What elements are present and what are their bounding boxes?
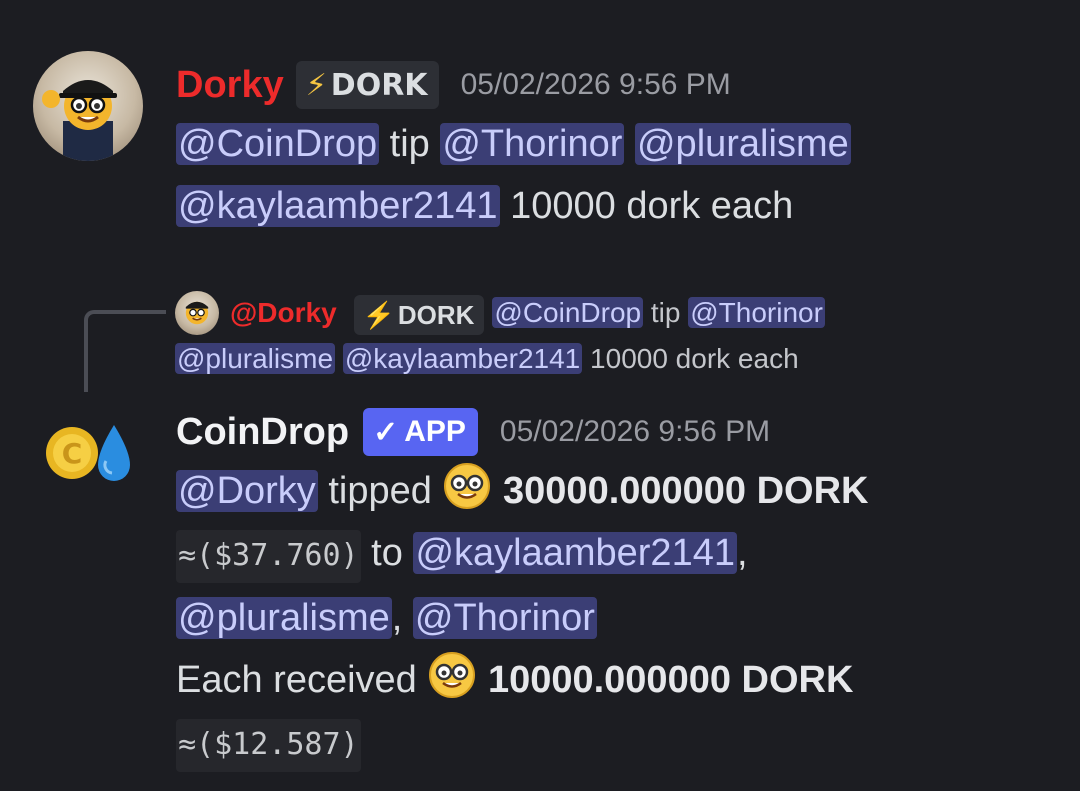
reply-mention-coindrop: @CoinDrop <box>492 297 644 328</box>
mention-dorky[interactable]: @Dorky <box>176 470 318 512</box>
each-usd-value: ≈($12.587) <box>176 719 361 772</box>
text-tip: tip <box>379 123 441 165</box>
lightning-icon: ⚡ <box>305 67 327 103</box>
coindrop-avatar[interactable]: C <box>40 415 140 495</box>
reply-mention-thorinor: @Thorinor <box>688 297 825 328</box>
reply-mention-kaylaamber2141: @kaylaamber2141 <box>342 343 583 374</box>
mention-thorinor-2[interactable]: @Thorinor <box>412 597 597 639</box>
message1-content: @CoinDrop tip @Thorinor @pluralisme @kay… <box>176 113 1056 237</box>
message2-timestamp: 05/02/2026 9:56 PM <box>499 415 771 448</box>
dorky-avatar[interactable] <box>33 51 143 161</box>
mention-coindrop[interactable]: @CoinDrop <box>176 123 380 165</box>
app-badge: ✓ APP <box>363 408 478 456</box>
reply-tag-label: DORK <box>397 299 475 330</box>
total-usd-value: ≈($37.760) <box>176 530 361 583</box>
text-tipped: tipped <box>317 470 443 512</box>
app-badge-label: APP <box>404 415 466 448</box>
message1-header: Dorky ⚡ DORK 05/02/2026 9:56 PM <box>176 60 731 110</box>
message2-content: @Dorky tipped 30000.000000 DORK ≈($37.76… <box>176 460 1056 776</box>
svg-text:C: C <box>62 437 83 470</box>
message2-header: CoinDrop ✓ APP 05/02/2026 9:56 PM <box>176 407 770 457</box>
lightning-icon: ⚡ <box>362 299 395 330</box>
nerd-face-icon <box>444 463 491 509</box>
each-amount: 10000.000000 DORK <box>487 659 854 701</box>
reply-preview[interactable]: @Dorky ⚡ DORK @CoinDrop tip @Thorinor <box>230 290 1050 336</box>
message1-username[interactable]: Dorky <box>176 64 284 107</box>
chat-view: Dorky ⚡ DORK 05/02/2026 9:56 PM @CoinDro… <box>0 0 1080 791</box>
text-to: to <box>360 532 414 574</box>
dork-server-tag[interactable]: ⚡ DORK <box>295 61 439 109</box>
mention-kaylaamber2141[interactable]: @kaylaamber2141 <box>176 185 500 227</box>
mention-kaylaamber2141-2[interactable]: @kaylaamber2141 <box>413 532 737 574</box>
comma-2: , <box>391 597 413 639</box>
reply-text-amount-each: 10000 dork each <box>582 343 799 374</box>
total-amount: 30000.000000 DORK <box>503 470 869 512</box>
reply-avatar[interactable] <box>175 291 219 335</box>
comma-1: , <box>736 532 748 574</box>
reply-preview-line2: @pluralisme @kaylaamber2141 10000 dork e… <box>175 336 1055 382</box>
reply-text-tip: tip <box>643 297 689 328</box>
tag-label: DORK <box>330 67 428 103</box>
text-each-received: Each received <box>176 659 428 701</box>
message2-username[interactable]: CoinDrop <box>176 411 349 454</box>
reply-mention-pluralisme: @pluralisme <box>175 343 336 374</box>
mention-pluralisme[interactable]: @pluralisme <box>634 123 851 165</box>
reply-dork-tag: ⚡ DORK <box>354 294 485 335</box>
mention-pluralisme-2[interactable]: @pluralisme <box>176 597 392 639</box>
nerd-face-icon <box>429 652 476 698</box>
mention-thorinor[interactable]: @Thorinor <box>440 123 625 165</box>
checkmark-icon: ✓ <box>373 415 399 449</box>
text-amount-each: 10000 dork each <box>499 185 794 227</box>
reply-username[interactable]: @Dorky <box>230 297 337 328</box>
message1-timestamp: 05/02/2026 9:56 PM <box>460 68 731 101</box>
reply-connector <box>84 310 166 392</box>
